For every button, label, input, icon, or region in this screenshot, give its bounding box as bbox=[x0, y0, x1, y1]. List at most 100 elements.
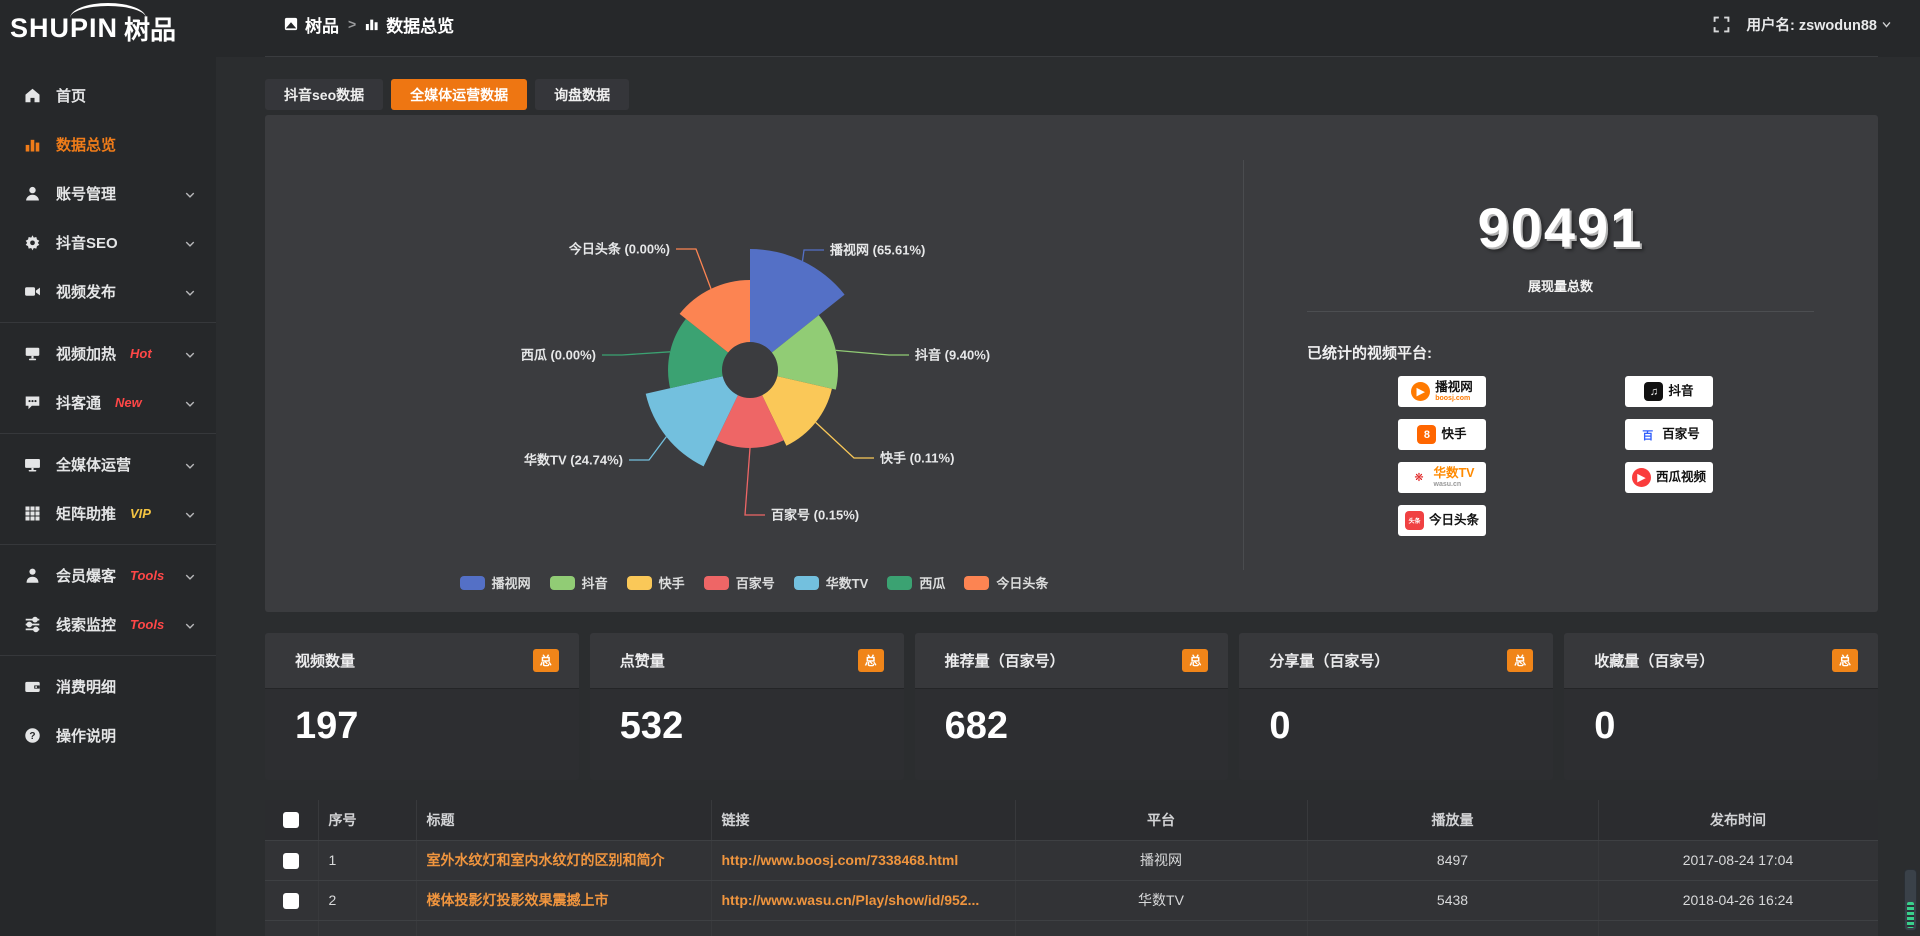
video-title-link[interactable]: 楼体投影灯投影效果震撼上市 bbox=[427, 892, 609, 908]
question-icon: ? bbox=[24, 727, 41, 744]
legend-label: 西瓜 bbox=[919, 573, 945, 592]
cell-no bbox=[318, 920, 416, 936]
sidebar-item-monitor[interactable]: 全媒体运营 bbox=[0, 440, 216, 489]
table-header-发布时间: 发布时间 bbox=[1598, 800, 1878, 840]
username-label: 用户名: zswodun88 bbox=[1746, 14, 1877, 35]
tab-抖音seo数据[interactable]: 抖音seo数据 bbox=[265, 79, 383, 110]
legend-label: 今日头条 bbox=[996, 573, 1048, 592]
legend-item-播视网[interactable]: 播视网 bbox=[460, 573, 531, 592]
sidebar-item-user[interactable]: 账号管理 bbox=[0, 169, 216, 218]
sidebar-item-person[interactable]: 会员爆客Tools bbox=[0, 551, 216, 600]
pie-slice-华数TV[interactable] bbox=[646, 376, 738, 466]
platform-logo-icon: ▶ bbox=[1411, 382, 1430, 401]
stat-card-推荐量（百家号）: 推荐量（百家号）总682 bbox=[915, 633, 1229, 780]
select-all-checkbox[interactable] bbox=[283, 812, 299, 828]
total-impressions-label: 展现量总数 bbox=[1243, 276, 1878, 295]
user-menu[interactable]: 用户名: zswodun88 bbox=[1746, 14, 1892, 35]
sidebar-item-label: 视频加热 bbox=[56, 343, 116, 364]
stat-cards-row: 视频数量总197点赞量总532推荐量（百家号）总682分享量（百家号）总0收藏量… bbox=[265, 633, 1878, 780]
legend-swatch bbox=[964, 576, 989, 590]
legend-item-快手[interactable]: 快手 bbox=[627, 573, 685, 592]
breadcrumb-separator: > bbox=[348, 16, 356, 32]
platform-logo-icon: 百 bbox=[1638, 425, 1657, 444]
sidebar-item-home[interactable]: 首页 bbox=[0, 71, 216, 120]
pie-label: 快手 (0.11%) bbox=[880, 451, 954, 466]
pie-label-line bbox=[676, 249, 711, 289]
video-url-link[interactable]: http://www.boosj.com/7338468.html bbox=[722, 852, 959, 868]
platform-name: 华数TV bbox=[1434, 467, 1475, 480]
stat-card-label: 视频数量 bbox=[295, 650, 355, 671]
pie-label-line bbox=[745, 448, 765, 515]
sidebar-item-chat[interactable]: 抖客通New bbox=[0, 378, 216, 427]
platform-badge-抖音: ♫抖音 bbox=[1625, 376, 1713, 407]
logo-arc bbox=[70, 3, 146, 18]
legend-swatch bbox=[460, 576, 485, 590]
legend-item-百家号[interactable]: 百家号 bbox=[704, 573, 775, 592]
tab-询盘数据[interactable]: 询盘数据 bbox=[535, 79, 629, 110]
breadcrumb: 树品 > 数据总览 bbox=[284, 0, 454, 48]
platform-badge-百家号: 百百家号 bbox=[1625, 419, 1713, 450]
screen-icon bbox=[24, 345, 41, 362]
legend-label: 抖音 bbox=[582, 573, 608, 592]
pie-label: 百家号 (0.15%) bbox=[771, 508, 859, 523]
sidebar-item-wallet[interactable]: 消费明细 bbox=[0, 662, 216, 711]
sidebar-item-video[interactable]: 视频发布 bbox=[0, 267, 216, 316]
chart-legend: 播视网 抖音快手百家号华数TV 西瓜 今日头条 bbox=[265, 573, 1243, 592]
sidebar-item-bar-chart[interactable]: 数据总览 bbox=[0, 120, 216, 169]
total-badge: 总 bbox=[1182, 649, 1208, 672]
platform-badge-华数TV: ❋华数TVwasu.cn bbox=[1398, 462, 1486, 493]
video-title-link[interactable]: 室外水纹灯和室内水纹灯的区别和简介 bbox=[427, 852, 665, 868]
stat-card-收藏量（百家号）: 收藏量（百家号）总0 bbox=[1564, 633, 1878, 780]
platform-sub: boosj.com bbox=[1435, 395, 1473, 402]
table-row bbox=[265, 920, 1878, 936]
platform-sub: wasu.cn bbox=[1434, 481, 1475, 488]
chevron-down-icon bbox=[184, 619, 196, 631]
tab-全媒体运营数据[interactable]: 全媒体运营数据 bbox=[391, 79, 527, 110]
sidebar-nav: 首页数据总览账号管理抖音SEO视频发布视频加热Hot抖客通New 全媒体运营矩阵助… bbox=[0, 57, 216, 760]
platform-logo-icon: 8 bbox=[1417, 425, 1436, 444]
app-logo[interactable]: SHUPIN 树品 bbox=[0, 0, 216, 57]
legend-item-西瓜[interactable]: 西瓜 bbox=[887, 573, 945, 592]
breadcrumb-home[interactable]: 树品 bbox=[284, 12, 339, 37]
legend-swatch bbox=[704, 576, 729, 590]
legend-item-抖音[interactable]: 抖音 bbox=[550, 573, 608, 592]
sidebar-item-gear[interactable]: 抖音SEO bbox=[0, 218, 216, 267]
chevron-down-icon bbox=[184, 287, 196, 299]
scrollbar-thumb[interactable] bbox=[1904, 869, 1917, 931]
sidebar-item-question[interactable]: ?操作说明 bbox=[0, 711, 216, 760]
video-url-link[interactable]: http://www.wasu.cn/Play/show/id/952... bbox=[722, 892, 980, 908]
breadcrumb-current[interactable]: 数据总览 bbox=[365, 12, 454, 37]
scrollbar-stripes bbox=[1907, 902, 1914, 928]
chart-panel: 播视网 (65.61%)抖音 (9.40%)快手 (0.11%)百家号 (0.1… bbox=[265, 115, 1878, 612]
legend-item-今日头条[interactable]: 今日头条 bbox=[964, 573, 1048, 592]
videos-table: 序号标题链接平台播放量发布时间 1室外水纹灯和室内水纹灯的区别和简介http:/… bbox=[265, 800, 1878, 936]
bar-chart-icon bbox=[24, 136, 41, 153]
pie-label-line bbox=[629, 437, 666, 460]
platform-badge-播视网: ▶ 播视网boosj.com bbox=[1398, 376, 1486, 407]
row-checkbox[interactable] bbox=[283, 893, 299, 909]
sidebar-item-sliders[interactable]: 线索监控Tools bbox=[0, 600, 216, 649]
total-badge: 总 bbox=[858, 649, 884, 672]
home-icon bbox=[24, 87, 41, 104]
platform-badge-grid: ▶播视网boosj.com8快手❋华数TVwasu.cn头条今日头条♫抖音百百家… bbox=[1243, 376, 1878, 556]
table-header-播放量: 播放量 bbox=[1307, 800, 1598, 840]
chevron-down-icon bbox=[184, 238, 196, 250]
sidebar-item-grid[interactable]: 矩阵助推VIP bbox=[0, 489, 216, 538]
pie-label-line bbox=[602, 352, 670, 355]
sidebar-divider bbox=[0, 433, 216, 434]
sidebar-item-screen[interactable]: 视频加热Hot bbox=[0, 329, 216, 378]
cell-title: 室外水纹灯和室内水纹灯的区别和简介 bbox=[416, 840, 711, 880]
fullscreen-icon[interactable] bbox=[1713, 16, 1730, 33]
sidebar-item-label: 会员爆客 bbox=[56, 565, 116, 586]
gear-icon bbox=[24, 234, 41, 251]
grid-icon bbox=[24, 505, 41, 522]
svg-text:?: ? bbox=[29, 731, 35, 742]
platforms-title: 已统计的视频平台: bbox=[1307, 342, 1878, 363]
legend-item-华数TV[interactable]: 华数TV bbox=[794, 573, 869, 592]
platform-name: 快手 bbox=[1441, 428, 1466, 441]
row-checkbox[interactable] bbox=[283, 853, 299, 869]
cell-platform: 播视网 bbox=[1015, 840, 1307, 880]
platform-name: 播视网 bbox=[1435, 381, 1473, 394]
platform-badge-column: ♫抖音百百家号▶西瓜视频 bbox=[1625, 376, 1713, 493]
user-icon bbox=[24, 185, 41, 202]
